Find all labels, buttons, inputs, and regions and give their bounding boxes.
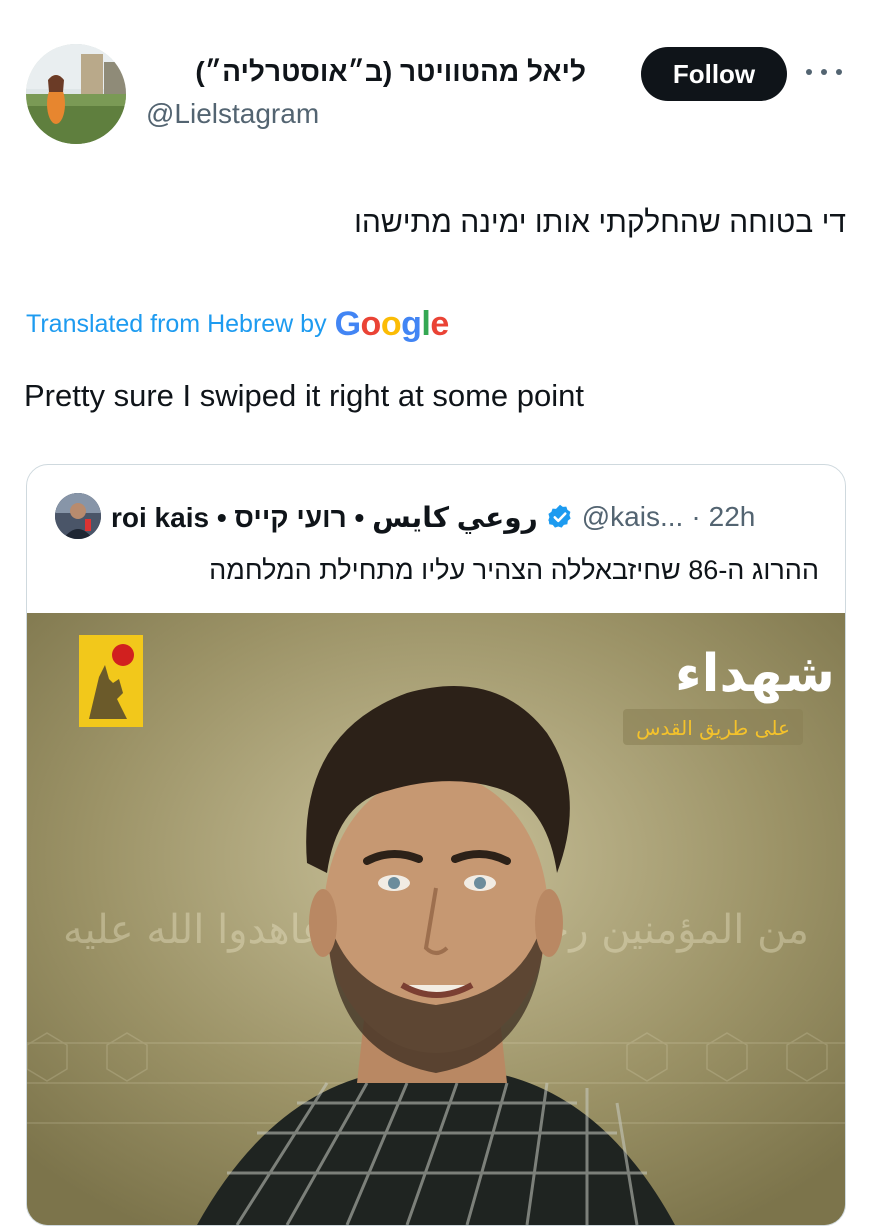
more-dot bbox=[836, 69, 842, 75]
more-horizontal-icon[interactable] bbox=[806, 60, 842, 84]
quote-author-avatar[interactable] bbox=[55, 493, 101, 539]
tweet-text-translated: Pretty sure I swiped it right at some po… bbox=[24, 378, 584, 413]
google-logo: Google bbox=[334, 305, 450, 343]
hezbollah-logo bbox=[79, 635, 143, 727]
author-handle[interactable]: @Lielstagram bbox=[146, 98, 319, 130]
poster-subheadline: على طريق القدس bbox=[636, 716, 790, 740]
quote-author-handle[interactable]: @kais... bbox=[582, 501, 684, 533]
quoted-tweet-card[interactable]: roi kais • روعي كايس • רועי קייס @kais..… bbox=[26, 464, 846, 1226]
quote-timestamp[interactable]: 22h bbox=[709, 501, 756, 533]
quote-avatar-photo bbox=[55, 493, 101, 539]
translation-attribution[interactable]: Translated from Hebrew by Google bbox=[26, 305, 449, 344]
avatar-photo bbox=[26, 44, 126, 144]
tweet-text-original: די בטוחה שהחלקתי אותו ימינה מתישהו bbox=[354, 206, 846, 239]
header-separator: · bbox=[691, 501, 701, 532]
author-avatar[interactable] bbox=[26, 44, 126, 144]
poster-headline: شهداء bbox=[675, 644, 835, 704]
quote-author-name[interactable]: roi kais • روعي كايس • רועי קייס bbox=[111, 501, 538, 534]
martyr-poster: شهداء على طريق القدس من المؤمنين رجال صد… bbox=[27, 613, 845, 1225]
more-dot bbox=[821, 69, 827, 75]
quote-header: roi kais • روعي كايس • רועי קייס @kais..… bbox=[111, 497, 801, 537]
verified-badge-icon bbox=[547, 504, 571, 528]
quote-media-image[interactable]: شهداء على طريق القدس من المؤمنين رجال صد… bbox=[27, 613, 845, 1225]
translated-from-label[interactable]: Translated from Hebrew by bbox=[26, 310, 327, 339]
quote-text: ההרוג ה-86 שחיזבאללה הצהיר עליו מתחילת ה… bbox=[209, 555, 819, 585]
follow-button[interactable]: Follow bbox=[641, 47, 787, 101]
more-dot bbox=[806, 69, 812, 75]
author-display-name[interactable]: ליאל מהטוויטר (ב״אוסטרליה״) bbox=[146, 56, 586, 88]
